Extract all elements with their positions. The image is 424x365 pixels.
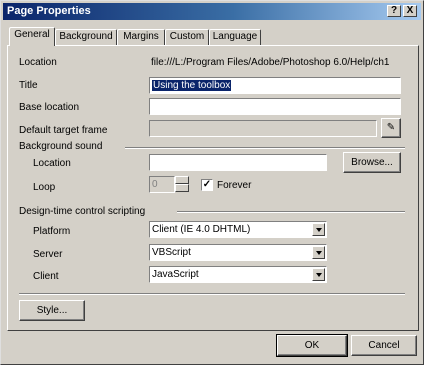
title-label: Title bbox=[19, 80, 38, 91]
default-target-frame-label: Default target frame bbox=[19, 125, 108, 136]
page-properties-dialog: Page Properties ? X General Background M… bbox=[0, 0, 424, 365]
client-label: Client bbox=[33, 271, 59, 282]
server-select[interactable]: VBScript bbox=[149, 244, 327, 261]
edit-target-frame-button[interactable]: ✎ bbox=[381, 118, 401, 138]
title-input[interactable]: Using the toolbox bbox=[149, 77, 401, 94]
loop-input[interactable]: 0 bbox=[149, 176, 175, 193]
platform-select-value: Client (IE 4.0 DHTML) bbox=[152, 224, 251, 235]
server-label: Server bbox=[33, 249, 63, 260]
title-input-value: Using the toolbox bbox=[152, 80, 232, 91]
title-bar[interactable]: Page Properties ? X bbox=[3, 3, 421, 20]
background-sound-divider bbox=[125, 147, 405, 149]
forever-label: Forever bbox=[217, 180, 252, 191]
ok-button[interactable]: OK bbox=[276, 334, 348, 357]
tab-custom[interactable]: Custom bbox=[165, 29, 209, 45]
loop-spinner[interactable] bbox=[175, 176, 189, 193]
browse-button[interactable]: Browse... bbox=[343, 152, 401, 173]
chevron-down-icon[interactable] bbox=[312, 223, 325, 236]
sound-location-label: Location bbox=[33, 158, 71, 169]
base-location-label: Base location bbox=[19, 102, 80, 113]
style-divider bbox=[19, 293, 405, 295]
default-target-frame-input[interactable] bbox=[149, 120, 377, 137]
chevron-down-icon[interactable] bbox=[312, 268, 325, 281]
location-value: file:///L:/Program Files/Adobe/Photoshop… bbox=[151, 57, 390, 68]
forever-checkbox[interactable]: ✓ bbox=[201, 179, 213, 191]
style-button[interactable]: Style... bbox=[19, 300, 85, 321]
cancel-button[interactable]: Cancel bbox=[351, 335, 417, 356]
server-select-value: VBScript bbox=[152, 247, 191, 258]
close-button[interactable]: X bbox=[403, 5, 417, 17]
design-time-group-label: Design-time control scripting bbox=[19, 206, 146, 217]
tab-general[interactable]: General bbox=[9, 27, 55, 46]
client-select-value: JavaScript bbox=[152, 269, 199, 280]
tab-margins[interactable]: Margins bbox=[117, 29, 165, 45]
location-label: Location bbox=[19, 57, 57, 68]
pencil-icon: ✎ bbox=[386, 122, 396, 133]
platform-select[interactable]: Client (IE 4.0 DHTML) bbox=[149, 221, 327, 238]
design-time-divider bbox=[177, 211, 405, 213]
tab-language[interactable]: Language bbox=[209, 29, 261, 45]
sound-location-input[interactable] bbox=[149, 154, 327, 171]
tab-strip: General Background Margins Custom Langua… bbox=[1, 26, 424, 46]
loop-label: Loop bbox=[33, 182, 56, 193]
platform-label: Platform bbox=[33, 226, 71, 237]
help-button[interactable]: ? bbox=[387, 5, 401, 17]
spin-down-icon[interactable] bbox=[175, 184, 189, 192]
background-sound-group-label: Background sound bbox=[19, 141, 103, 152]
window-title: Page Properties bbox=[7, 5, 91, 17]
spin-up-icon[interactable] bbox=[175, 176, 189, 184]
tab-background[interactable]: Background bbox=[55, 29, 117, 45]
client-select[interactable]: JavaScript bbox=[149, 266, 327, 283]
chevron-down-icon[interactable] bbox=[312, 246, 325, 259]
base-location-input[interactable] bbox=[149, 98, 401, 115]
